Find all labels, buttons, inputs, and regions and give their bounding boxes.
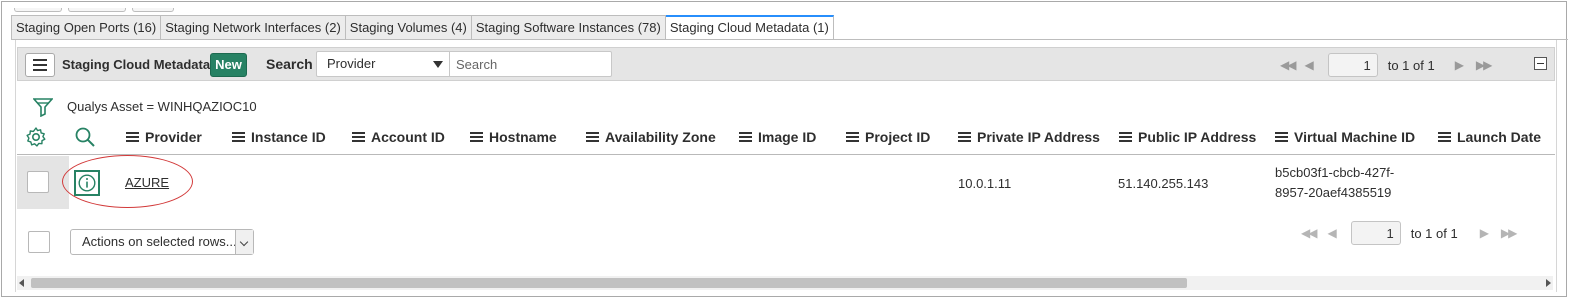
tab-staging-network-interfaces[interactable]: Staging Network Interfaces (2) (161, 15, 346, 40)
column-menu-icon[interactable] (126, 132, 139, 142)
page-summary-bottom: to 1 of 1 (1410, 225, 1458, 241)
bottom-pager: ◀◀ ◀ to 1 of 1 ▶ ▶▶ (1301, 216, 1518, 250)
vm-id-cell-line2: 8957-20aef4385519 (1275, 185, 1392, 200)
chevron-down-icon (235, 230, 253, 254)
column-menu-icon[interactable] (470, 132, 483, 142)
column-header-launch-date[interactable]: Launch Date (1438, 129, 1541, 145)
list-menu-button[interactable] (25, 53, 55, 77)
column-header-public-ip-address[interactable]: Public IP Address (1119, 129, 1256, 145)
hamburger-icon (33, 59, 47, 61)
top-pager: ◀◀ ◀ to 1 of 1 ▶ ▶▶ (1280, 48, 1493, 82)
column-header-image-id[interactable]: Image ID (739, 129, 816, 145)
column-header-project-id[interactable]: Project ID (846, 129, 930, 145)
search-field-select[interactable]: Provider (316, 51, 450, 77)
tab-staging-cloud-metadata[interactable]: Staging Cloud Metadata (1) (665, 15, 834, 40)
tab-staging-volumes[interactable]: Staging Volumes (4) (345, 15, 472, 40)
collapse-list-button[interactable] (1534, 57, 1547, 70)
row-checkbox[interactable] (27, 171, 49, 193)
column-menu-icon[interactable] (586, 132, 599, 142)
column-menu-icon[interactable] (352, 132, 365, 142)
column-menu-icon[interactable] (1438, 132, 1451, 142)
column-header-hostname[interactable]: Hostname (470, 129, 557, 145)
vm-id-cell-line1: b5cb03f1-cbcb-427f- (1275, 165, 1395, 180)
caret-down-icon (433, 61, 443, 68)
gear-icon[interactable] (25, 126, 47, 148)
last-page-icon[interactable]: ▶▶ (1476, 58, 1493, 72)
provider-link[interactable]: AZURE (125, 175, 169, 190)
search-icon[interactable] (74, 126, 96, 148)
column-header-provider[interactable]: Provider (126, 129, 202, 145)
column-menu-icon[interactable] (1275, 132, 1288, 142)
tab-staging-open-ports[interactable]: Staging Open Ports (16) (11, 15, 162, 40)
list-title: Staging Cloud Metadata (62, 57, 211, 72)
filter-condition[interactable]: Qualys Asset = WINHQAZIOC10 (67, 99, 257, 114)
column-menu-icon[interactable] (1119, 132, 1132, 142)
select-all-checkbox[interactable] (28, 231, 50, 253)
column-menu-icon[interactable] (739, 132, 752, 142)
page-summary: to 1 of 1 (1387, 57, 1435, 73)
page-number-input[interactable] (1327, 53, 1378, 77)
related-list-tabs: Staging Open Ports (16) Staging Network … (11, 15, 834, 40)
column-menu-icon[interactable] (232, 132, 245, 142)
tab-staging-software-instances[interactable]: Staging Software Instances (78) (471, 15, 666, 40)
horizontal-scrollbar[interactable] (17, 276, 1553, 290)
new-button[interactable]: New (210, 53, 247, 77)
column-header-private-ip-address[interactable]: Private IP Address (958, 129, 1100, 145)
next-page-icon[interactable]: ▶ (1480, 226, 1489, 240)
previous-page-icon[interactable]: ◀ (1304, 58, 1313, 72)
public-ip-cell: 51.140.255.143 (1118, 176, 1209, 191)
header-divider (17, 154, 1555, 155)
search-field-value: Provider (327, 56, 376, 71)
column-header-account-id[interactable]: Account ID (352, 129, 445, 145)
filter-icon[interactable] (33, 97, 53, 117)
last-page-icon[interactable]: ▶▶ (1501, 226, 1518, 240)
first-page-icon[interactable]: ◀◀ (1280, 58, 1297, 72)
first-page-icon[interactable]: ◀◀ (1301, 226, 1318, 240)
actions-select[interactable]: Actions on selected rows... (70, 229, 254, 255)
private-ip-cell: 10.0.1.11 (958, 176, 1012, 191)
previous-page-icon[interactable]: ◀ (1327, 226, 1336, 240)
scroll-right-icon[interactable] (1546, 279, 1551, 287)
search-input[interactable] (450, 51, 612, 77)
search-label: Search (266, 56, 313, 72)
list-header-bar: Staging Cloud Metadata New Search Provid… (17, 47, 1555, 81)
page-number-input-bottom[interactable] (1350, 221, 1401, 245)
next-page-icon[interactable]: ▶ (1455, 58, 1464, 72)
actions-select-value: Actions on selected rows... (82, 234, 237, 249)
column-menu-icon[interactable] (846, 132, 859, 142)
column-header-instance-id[interactable]: Instance ID (232, 129, 326, 145)
column-menu-icon[interactable] (958, 132, 971, 142)
column-header-virtual-machine-id[interactable]: Virtual Machine ID (1275, 129, 1415, 145)
top-stubs (14, 0, 180, 12)
scroll-left-icon[interactable] (19, 279, 24, 287)
scrollbar-thumb[interactable] (31, 278, 1187, 288)
column-header-availability-zone[interactable]: Availability Zone (586, 129, 716, 145)
